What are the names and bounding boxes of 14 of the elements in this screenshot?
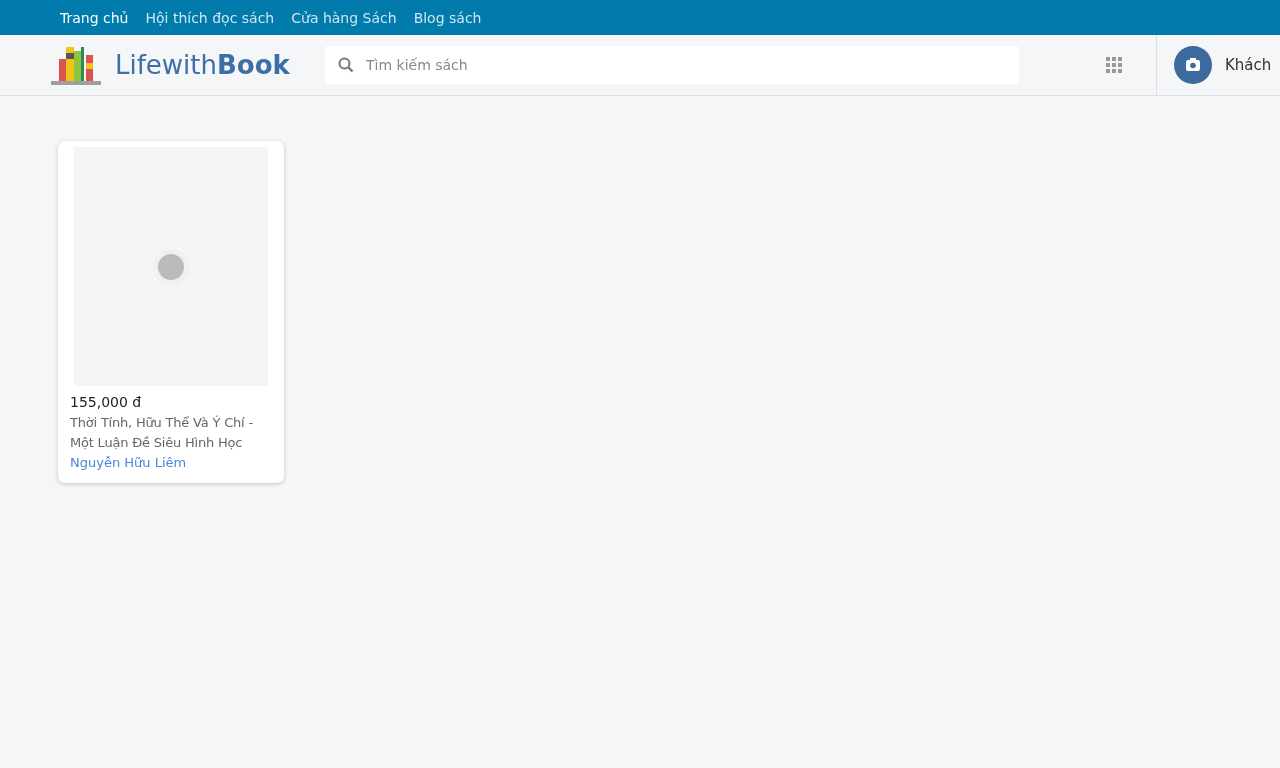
book-price: 155,000 đ	[70, 394, 143, 410]
apps-grid-icon[interactable]	[1106, 57, 1122, 73]
camera-avatar-icon[interactable]	[1174, 46, 1212, 84]
user-name[interactable]: Khách	[1225, 56, 1272, 74]
bookshelf-logo-icon[interactable]	[51, 45, 101, 85]
nav-link[interactable]: Cửa hàng Sách	[291, 9, 397, 26]
nav-link[interactable]: Hội thích đọc sách	[145, 9, 275, 26]
author-link[interactable]: Nguyễn Hữu Liêm	[70, 453, 272, 473]
nav-link[interactable]: Blog sách	[413, 9, 482, 26]
nav-link[interactable]: Trang chủ	[60, 9, 129, 26]
search-field[interactable]: Tìm kiếm sách	[325, 46, 1019, 84]
logo-text[interactable]: LifewithBook	[115, 50, 290, 80]
book-title[interactable]: Thời Tính, Hữu Thể Và Ý Chí - Một Luận Đề Siêu Hình Học	[70, 413, 272, 453]
book-card[interactable]: 155,000 đ Thời Tính, Hữu Thể Và Ý Chí - Một Luận Đề Siêu Hình Học Nguyễn Hữu Liêm	[58, 141, 284, 483]
